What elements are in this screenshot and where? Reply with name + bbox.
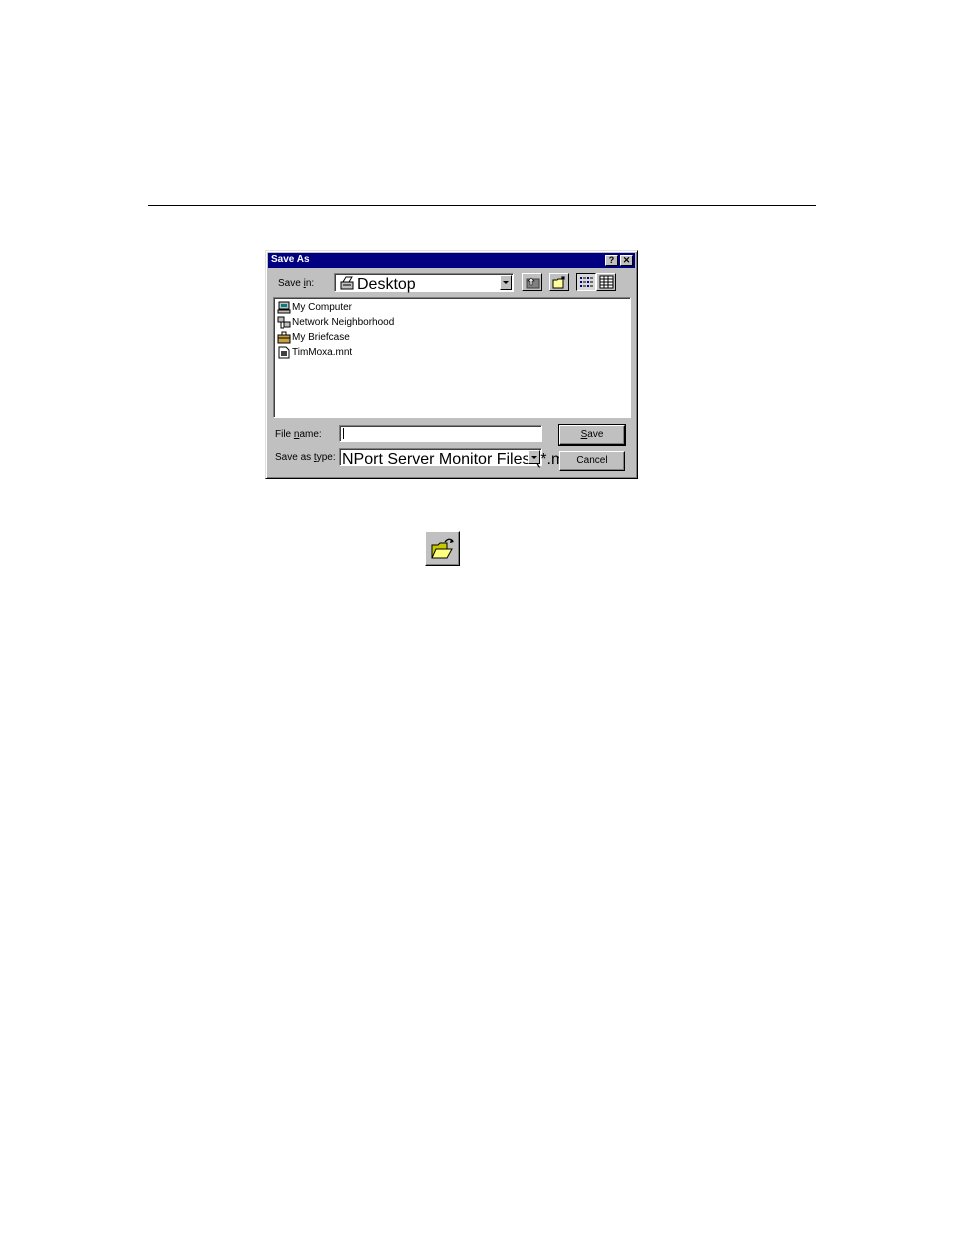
page-divider [148,205,816,206]
file-name-input[interactable] [339,425,542,442]
save-in-value: Desktop [357,276,416,293]
file-name-label: File name: [275,429,322,440]
save-button[interactable]: Save [558,424,626,446]
list-item-label: My Computer [292,302,353,313]
open-file-button[interactable] [425,531,460,566]
save-as-type-dropdown-arrow[interactable] [528,450,540,464]
file-list[interactable]: My Computer Network Neighborhood My Brie… [273,297,631,418]
create-new-folder-button[interactable] [549,273,569,291]
list-view-icon [580,277,593,287]
list-item-label: Network Neighborhood [292,317,395,328]
cancel-button[interactable]: Cancel [559,451,625,471]
title-bar[interactable]: Save As ? ✕ [268,253,635,268]
save-as-type-dropdown[interactable]: NPort Server Monitor Files (*.mnt) [339,448,583,468]
open-folder-icon [431,538,454,559]
up-one-level-icon [526,277,540,289]
save-as-type-label: Save as type: [275,452,336,463]
dialog-title: Save As [271,254,310,265]
file-icon [278,346,290,359]
save-in-dropdown[interactable]: Desktop [334,273,514,293]
save-in-label-post: n: [305,278,315,289]
my-computer-icon [277,301,291,314]
up-one-level-button[interactable] [522,273,542,291]
network-neighborhood-icon [277,316,291,329]
save-as-type-label-pre: Save as [275,452,314,463]
save-in-label: Save in: [278,278,314,289]
list-item-label: My Briefcase [292,332,350,343]
file-name-label-pre: File [275,429,294,440]
save-button-rest: ave [587,429,604,440]
save-as-type-label-post: ype: [316,452,336,463]
file-name-label-post: ame: [299,429,322,440]
save-in-dropdown-arrow[interactable] [500,275,512,290]
list-item-label: TimMoxa.mnt [292,347,353,358]
details-view-button[interactable] [596,273,616,291]
save-as-type-value: NPort Server Monitor Files (*.mnt) [342,451,583,468]
desktop-icon [340,276,354,290]
details-view-icon [599,275,614,289]
close-button[interactable]: ✕ [620,255,633,266]
create-new-folder-icon [552,276,565,289]
briefcase-icon [277,331,291,344]
save-in-label-pre: Save [278,278,304,289]
list-view-button[interactable] [576,273,596,291]
text-caret [343,428,344,439]
help-button[interactable]: ? [605,255,618,266]
